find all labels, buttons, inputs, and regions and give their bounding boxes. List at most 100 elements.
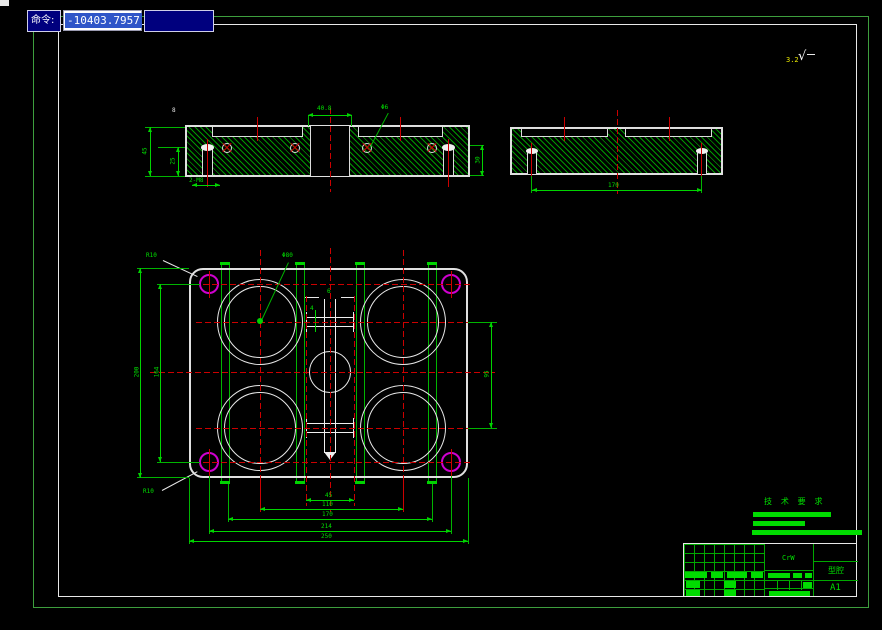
extension-line: [468, 428, 497, 429]
dimension-line: [192, 183, 220, 187]
dimension-text: 170: [608, 182, 619, 189]
extension-line: [158, 147, 185, 148]
cooling-port-mark: [220, 262, 230, 265]
dimension-text: 2-M8: [189, 177, 204, 184]
dimension-line: [489, 322, 493, 428]
title-block-text-bar: [724, 590, 736, 596]
title-block-text-bar: [805, 573, 812, 578]
section2-centerline: [564, 117, 565, 141]
leader-text: Φ80: [282, 252, 293, 259]
section2-pin-cap-right: [696, 148, 708, 154]
section1-threaded-hole: [427, 142, 437, 153]
dimension-text: 4: [310, 305, 314, 312]
tech-requirements-line: [753, 512, 831, 517]
part-name-cell: 型腔: [814, 562, 858, 581]
cooling-port-mark: [355, 262, 365, 265]
title-block-text-bar: [751, 572, 763, 578]
dimension-text: 170: [322, 511, 333, 518]
command-input-value: -10403.7957: [65, 13, 142, 28]
centerline: [209, 271, 210, 298]
runner-width-dim-line: [341, 297, 355, 298]
dimension-text: 95: [483, 370, 491, 378]
dimension-text: 164: [153, 366, 161, 378]
dimension-text: 40.8: [317, 105, 332, 112]
surface-roughness-bar: [807, 54, 815, 55]
title-block-text-bar: [685, 572, 707, 578]
title-block-text-bar: [724, 581, 736, 588]
material-cell: CrW: [765, 544, 813, 571]
title-block-middle: CrW: [764, 544, 813, 596]
extension-line: [137, 477, 189, 478]
dimension-line: [148, 127, 152, 176]
section1-centerline: [400, 117, 401, 141]
title-block-text-bar: [793, 573, 802, 578]
dimension-text: 45: [325, 492, 333, 499]
section1-threaded-hole: [222, 142, 232, 153]
title-block-right: 型腔 A1: [813, 544, 858, 596]
surface-finish-value: 3.2: [786, 56, 799, 64]
sheet-size-cell: A1: [814, 581, 858, 596]
dimension-line: [315, 310, 316, 332]
leader-dot: [257, 318, 263, 324]
centerline: [194, 284, 470, 285]
dimension-line: [209, 529, 451, 533]
grid-line: [801, 581, 802, 590]
extension-line: [145, 176, 185, 177]
tech-requirements-line: [753, 521, 805, 526]
extension-line: [451, 476, 452, 534]
title-block-text-bar: [686, 590, 700, 596]
centerline: [306, 296, 307, 506]
extension-line: [209, 476, 210, 534]
command-bar-extension[interactable]: [144, 10, 214, 32]
centerline: [196, 428, 486, 429]
dimension-text: 25: [169, 157, 177, 165]
dimension-line: [228, 517, 432, 521]
dimension-text: 30: [474, 156, 482, 164]
extension-line: [468, 478, 469, 544]
centerline: [260, 250, 261, 512]
part-name-text: 型腔: [828, 566, 844, 575]
extension-line: [137, 268, 189, 269]
dimension-text: 45: [141, 147, 149, 155]
title-block: CrW 型腔 A1: [683, 543, 858, 597]
section1-centerline: [448, 139, 449, 187]
cooling-port-mark: [295, 262, 305, 265]
title-block-revision-grid: [684, 544, 764, 596]
centerline: [403, 250, 404, 512]
grid-line: [789, 581, 790, 590]
dimension-text: 250: [321, 533, 332, 540]
centerline: [330, 248, 331, 512]
surface-roughness-icon: √: [798, 49, 807, 64]
material-text: CrW: [782, 554, 795, 562]
title-block-text-bar: [768, 573, 790, 578]
window-corner-fragment: [0, 0, 9, 6]
section2-pin-cap-left: [526, 148, 538, 154]
tech-requirements-title: 技 术 要 求: [764, 497, 825, 506]
sheet-size-text: A1: [830, 583, 841, 593]
cad-canvas[interactable]: 命令: -10403.7957 3.2 √ 45 25 8 40.8 Φ6 30…: [0, 0, 882, 630]
command-input[interactable]: -10403.7957: [63, 10, 142, 31]
centerline: [354, 296, 355, 506]
cooling-port-mark: [355, 481, 365, 484]
title-block-cell-empty: [814, 544, 858, 562]
cooling-port-mark: [295, 481, 305, 484]
dimension-text: 214: [321, 523, 332, 530]
grid-line: [777, 581, 778, 590]
extension-line: [351, 116, 352, 126]
section1-main-centerline: [330, 108, 331, 192]
section2-pin-hole-right: [697, 153, 707, 175]
section1-centerline: [207, 139, 208, 187]
title-block-subgrid: [765, 580, 813, 590]
section1-centerline: [257, 117, 258, 141]
extension-line: [157, 462, 200, 463]
title-block-text-bar: [711, 572, 723, 578]
dimension-line: [532, 188, 702, 192]
extension-line: [189, 478, 190, 544]
section2-pin-hole-left: [527, 153, 537, 175]
extension-line: [403, 478, 404, 512]
extension-line: [432, 484, 433, 522]
command-label-box: 命令:: [27, 10, 61, 32]
title-block-text-bar: [769, 591, 810, 596]
leader-text: Φ6: [381, 104, 389, 111]
title-block-text-bar: [803, 582, 812, 588]
